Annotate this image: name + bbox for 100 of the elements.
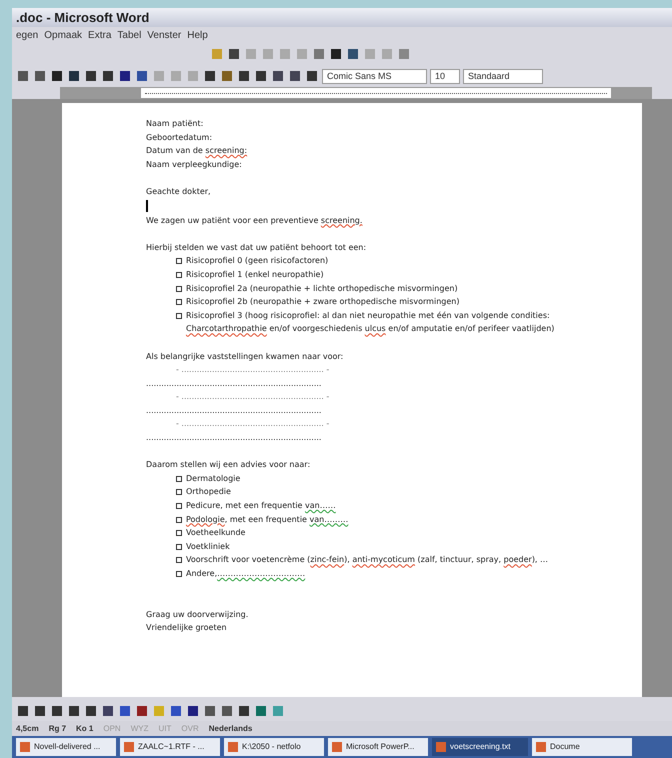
style-field[interactable]: Standaard: [463, 68, 543, 84]
toolbar-icon[interactable]: [50, 704, 64, 718]
menu-item[interactable]: Venster: [147, 28, 182, 42]
toolbar-icon[interactable]: [237, 69, 251, 83]
menu-item[interactable]: Tabel: [117, 28, 142, 42]
document-text: Voorschrift voor voetencrème (zinc-fein), anti-mycoticum (zalf, tinctuur, spray, poeder), …: [186, 554, 548, 566]
status-text: 4,5cm: [16, 722, 39, 734]
menu-item[interactable]: egen: [16, 28, 38, 42]
bullet-icon: [176, 489, 182, 496]
window-icon: [536, 742, 546, 752]
bullet-icon: [176, 258, 182, 264]
toolbar-icon[interactable]: [254, 69, 268, 83]
toolbar-icon[interactable]: [227, 47, 241, 61]
toolbar-icon[interactable]: [186, 704, 200, 718]
document-text: .....................................................................: [146, 404, 322, 417]
menu-item[interactable]: Opmaak: [44, 28, 82, 42]
document-text: .....................................................................: [146, 432, 322, 444]
toolbar-icon[interactable]: [16, 704, 30, 718]
status-text: Rg 7: [48, 722, 66, 734]
toolbar-icon[interactable]: [237, 704, 251, 718]
bullet-icon: [176, 557, 182, 564]
document-text: Pedicure, met een frequentie van……: [186, 500, 336, 512]
taskbar-button[interactable]: K:\2050 - netfolo: [224, 738, 324, 756]
bullet-icon: [176, 530, 182, 536]
toolbar-icon[interactable]: [84, 69, 98, 83]
bullet-icon: [176, 516, 182, 523]
document-text: Voetkliniek: [186, 540, 230, 553]
taskbar-button[interactable]: Microsoft PowerP...: [328, 738, 428, 756]
document-text: Graag uw doorverwijzing.: [146, 608, 248, 621]
toolbar-icon[interactable]: [203, 69, 217, 83]
toolbar-icon[interactable]: [67, 704, 81, 718]
toolbar-icon[interactable]: [118, 69, 132, 83]
toolbar-icon[interactable]: [50, 69, 64, 83]
toolbar-icon[interactable]: [135, 69, 149, 83]
document-text: We zagen uw patiënt voor een preventieve screening.: [146, 214, 362, 227]
toolbar-icon[interactable]: [16, 69, 30, 83]
toolbar-icon[interactable]: [101, 69, 115, 83]
window-icon: [124, 742, 134, 752]
font-field[interactable]: Comic Sans MS: [322, 68, 427, 84]
document-text: Andere,……………………………: [186, 568, 306, 580]
taskbar-button[interactable]: voetscreening.txt: [432, 738, 528, 756]
document-text: Vriendelijke groeten: [146, 622, 227, 634]
status-text: Nederlands: [208, 722, 252, 734]
bullet-icon: [176, 503, 182, 510]
toolbar-icon[interactable]: [135, 704, 149, 718]
window-icon: [436, 742, 446, 752]
bullet-icon: [176, 476, 182, 482]
document-text: Risicoprofiel 3 (hoog risicoprofiel: al dan niet neuropathie met één van volgende condities: Charcotarthropathie en/of voorgeschiedenis ulcus en/of amputatie en/of perifeer vaatlijden): [186, 310, 556, 336]
document-text: Naam patiënt:: [146, 118, 204, 130]
toolbar-icon[interactable]: [33, 69, 47, 83]
bullet-icon: [176, 286, 182, 292]
document-text: Datum van de screening:: [146, 145, 248, 158]
toolbar-icon[interactable]: [220, 704, 234, 718]
status-text: OPN: [103, 722, 121, 734]
toolbar-icon[interactable]: [271, 69, 285, 83]
bullet-icon: [176, 571, 182, 577]
document-text: Risicoprofiel 1 (enkel neuropathie): [186, 268, 324, 281]
toolbar-icon[interactable]: [169, 704, 183, 718]
window-title: .doc - Microsoft Word: [16, 8, 150, 27]
document-text: - ........................................................ -: [176, 391, 330, 404]
document-text: Risicoprofiel 0 (geen risicofactoren): [186, 255, 328, 268]
document-text: - ........................................................ -: [176, 418, 330, 430]
document-text: .....................................................................: [146, 378, 322, 390]
window-icon: [20, 742, 30, 752]
taskbar-button[interactable]: Docume: [532, 738, 632, 756]
bullet-icon: [176, 312, 182, 319]
menu-item[interactable]: Help: [187, 28, 208, 42]
bullet-icon: [176, 272, 182, 278]
document-text: Risicoprofiel 2b (neuropathie + zware orthopedische misvormingen): [186, 296, 460, 308]
status-text: OVR: [181, 722, 199, 734]
document-text: - ........................................................ -: [176, 364, 330, 376]
document-text: Geboortedatum:: [146, 132, 212, 144]
taskbar-button[interactable]: Novell-delivered ...: [16, 738, 116, 756]
status-text: Ko 1: [76, 722, 94, 734]
toolbar-icon[interactable]: [67, 69, 81, 83]
bullet-icon: [176, 544, 182, 550]
size-field[interactable]: 10: [430, 68, 460, 84]
toolbar-icon[interactable]: [288, 69, 302, 83]
document-text: Naam verpleegkundige:: [146, 158, 242, 171]
toolbar-icon[interactable]: [346, 47, 360, 61]
window-icon: [228, 742, 238, 752]
document-text: Daarom stellen wij een advies voor naar:: [146, 459, 310, 472]
status-text: UIT: [158, 722, 172, 734]
document-text: Hierbij stelden we vast dat uw patiënt behoort tot een:: [146, 242, 366, 254]
document-text: Als belangrijke vaststellingen kwamen naar voor:: [146, 350, 344, 363]
toolbar-icon[interactable]: [118, 704, 132, 718]
toolbar-icon[interactable]: [305, 69, 319, 83]
toolbar-icon[interactable]: [203, 704, 217, 718]
window-icon: [332, 742, 342, 752]
document-text: Dermatologie: [186, 472, 240, 485]
toolbar-icon[interactable]: [329, 47, 343, 61]
toolbar-icon[interactable]: [101, 704, 115, 718]
document-text: Orthopedie: [186, 486, 231, 498]
document-text: Podologie, met een frequentie van………: [186, 514, 348, 526]
document-text: Risicoprofiel 2a (neuropathie + lichte orthopedische misvormingen): [186, 282, 458, 295]
taskbar-button[interactable]: ZAALC~1.RTF - ...: [120, 738, 220, 756]
document-text: Geachte dokter,: [146, 186, 211, 198]
toolbar-icon[interactable]: [33, 704, 47, 718]
toolbar-icon[interactable]: [84, 704, 98, 718]
menu-item[interactable]: Extra: [88, 28, 112, 42]
